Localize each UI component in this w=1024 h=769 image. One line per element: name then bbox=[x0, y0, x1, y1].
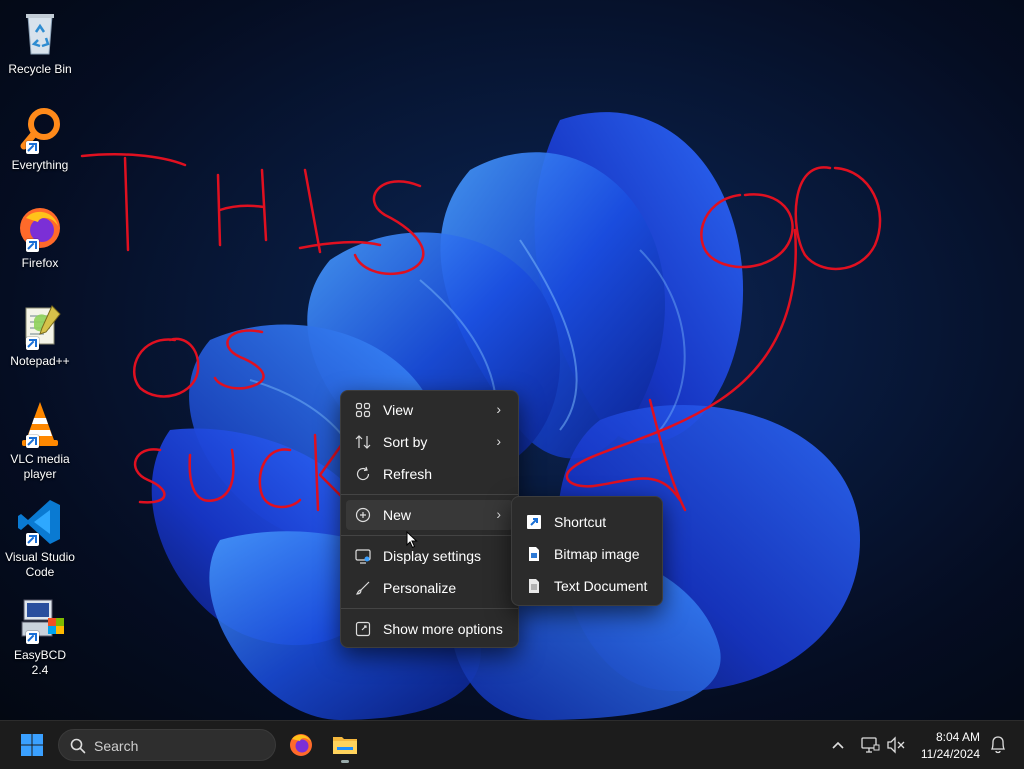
menu-separator bbox=[341, 535, 518, 536]
menu-item-new[interactable]: New › bbox=[346, 500, 513, 530]
recycle-bin-icon bbox=[16, 10, 64, 58]
grid-view-icon bbox=[355, 402, 371, 418]
submenu-item-text-document[interactable]: Text Document bbox=[517, 571, 657, 601]
sort-icon bbox=[355, 434, 371, 450]
submenu-item-label: Shortcut bbox=[554, 514, 607, 530]
menu-item-show-more-options[interactable]: Show more options bbox=[346, 614, 513, 644]
desktop-icon-firefox[interactable]: Firefox bbox=[4, 204, 76, 271]
menu-item-label: Sort by bbox=[383, 434, 428, 450]
firefox-icon bbox=[290, 734, 312, 756]
vlc-cone-icon bbox=[16, 400, 64, 448]
show-more-options-icon bbox=[355, 621, 371, 637]
menu-item-view[interactable]: View › bbox=[346, 395, 513, 425]
menu-item-label: Show more options bbox=[383, 621, 503, 637]
easybcd-icon bbox=[16, 596, 64, 644]
firefox-icon bbox=[16, 204, 64, 252]
taskbar-file-explorer-button[interactable] bbox=[327, 727, 363, 763]
shortcut-icon bbox=[526, 514, 542, 530]
chevron-right-icon: › bbox=[496, 506, 501, 522]
search-icon bbox=[70, 738, 86, 754]
plus-circle-icon bbox=[355, 507, 371, 523]
desktop-icon-label: EasyBCD 2.4 bbox=[13, 648, 66, 677]
desktop-icon-everything[interactable]: Everything bbox=[4, 106, 76, 173]
file-explorer-icon bbox=[333, 737, 357, 754]
refresh-icon bbox=[355, 466, 371, 482]
notepad-plus-plus-icon bbox=[16, 302, 64, 350]
menu-separator bbox=[341, 608, 518, 609]
menu-item-label: Display settings bbox=[383, 548, 482, 564]
submenu-item-label: Text Document bbox=[554, 578, 648, 594]
bitmap-file-icon bbox=[526, 546, 542, 562]
shortcut-arrow-icon bbox=[26, 533, 39, 546]
shortcut-arrow-icon bbox=[26, 435, 39, 448]
chevron-right-icon: › bbox=[496, 401, 501, 417]
desktop-icon-recycle-bin[interactable]: Recycle Bin bbox=[4, 10, 76, 77]
bell-icon bbox=[990, 736, 1006, 754]
desktop-icon-label: Everything bbox=[11, 158, 69, 172]
taskbar-firefox-button[interactable] bbox=[283, 727, 319, 763]
menu-item-label: New bbox=[383, 507, 412, 523]
desktop-icon-label: Recycle Bin bbox=[8, 62, 72, 76]
running-indicator bbox=[341, 760, 349, 763]
notifications-button[interactable] bbox=[980, 727, 1016, 763]
chevron-right-icon: › bbox=[496, 433, 501, 449]
taskbar: Search 8:04 AM 11/24/2024 bbox=[0, 720, 1024, 769]
shortcut-arrow-icon bbox=[26, 141, 39, 154]
submenu-item-shortcut[interactable]: Shortcut bbox=[517, 507, 657, 537]
submenu-item-label: Bitmap image bbox=[554, 546, 640, 562]
display-settings-icon bbox=[355, 548, 371, 564]
menu-separator bbox=[341, 494, 518, 495]
text-document-icon bbox=[526, 578, 542, 594]
menu-item-display-settings[interactable]: Display settings bbox=[346, 541, 513, 571]
submenu-item-bitmap-image[interactable]: Bitmap image bbox=[517, 539, 657, 569]
new-submenu: Shortcut Bitmap image Text Document bbox=[511, 496, 663, 606]
shortcut-arrow-icon bbox=[26, 239, 39, 252]
brush-icon bbox=[355, 580, 371, 596]
clock-date: 11/24/2024 bbox=[920, 747, 980, 761]
taskbar-search-box[interactable]: Search bbox=[58, 729, 276, 761]
shortcut-arrow-icon bbox=[26, 337, 39, 350]
menu-item-sort-by[interactable]: Sort by › bbox=[346, 427, 513, 457]
chevron-up-icon bbox=[832, 741, 844, 749]
mouse-cursor-icon bbox=[406, 531, 418, 549]
menu-item-refresh[interactable]: Refresh bbox=[346, 459, 513, 489]
clock-time: 8:04 AM bbox=[935, 730, 980, 744]
windows-logo-icon bbox=[21, 734, 43, 756]
search-placeholder: Search bbox=[94, 738, 139, 754]
desktop-icon-vscode[interactable]: Visual Studio Code bbox=[4, 498, 76, 580]
desktop-icon-easybcd[interactable]: EasyBCD 2.4 bbox=[4, 596, 76, 678]
everything-magnifier-icon bbox=[16, 106, 64, 154]
desktop-icon-label: VLC media player bbox=[10, 452, 70, 481]
desktop-icon-vlc[interactable]: VLC media player bbox=[4, 400, 76, 482]
desktop-icon-label: Firefox bbox=[21, 256, 59, 270]
desktop-icon-notepad-plus-plus[interactable]: Notepad++ bbox=[4, 302, 76, 369]
desktop-icon-label: Notepad++ bbox=[10, 354, 70, 368]
shortcut-arrow-icon bbox=[26, 631, 39, 644]
show-hidden-icons-button[interactable] bbox=[820, 727, 856, 763]
start-button[interactable] bbox=[14, 727, 50, 763]
desktop-context-menu: View › Sort by › Refresh New › Display s… bbox=[340, 390, 519, 648]
desktop-icon-label: Visual Studio Code bbox=[5, 550, 75, 579]
menu-item-personalize[interactable]: Personalize bbox=[346, 573, 513, 603]
menu-item-label: Personalize bbox=[383, 580, 457, 596]
menu-item-label: View bbox=[383, 402, 414, 418]
vscode-icon bbox=[16, 498, 64, 546]
menu-item-label: Refresh bbox=[383, 466, 433, 482]
